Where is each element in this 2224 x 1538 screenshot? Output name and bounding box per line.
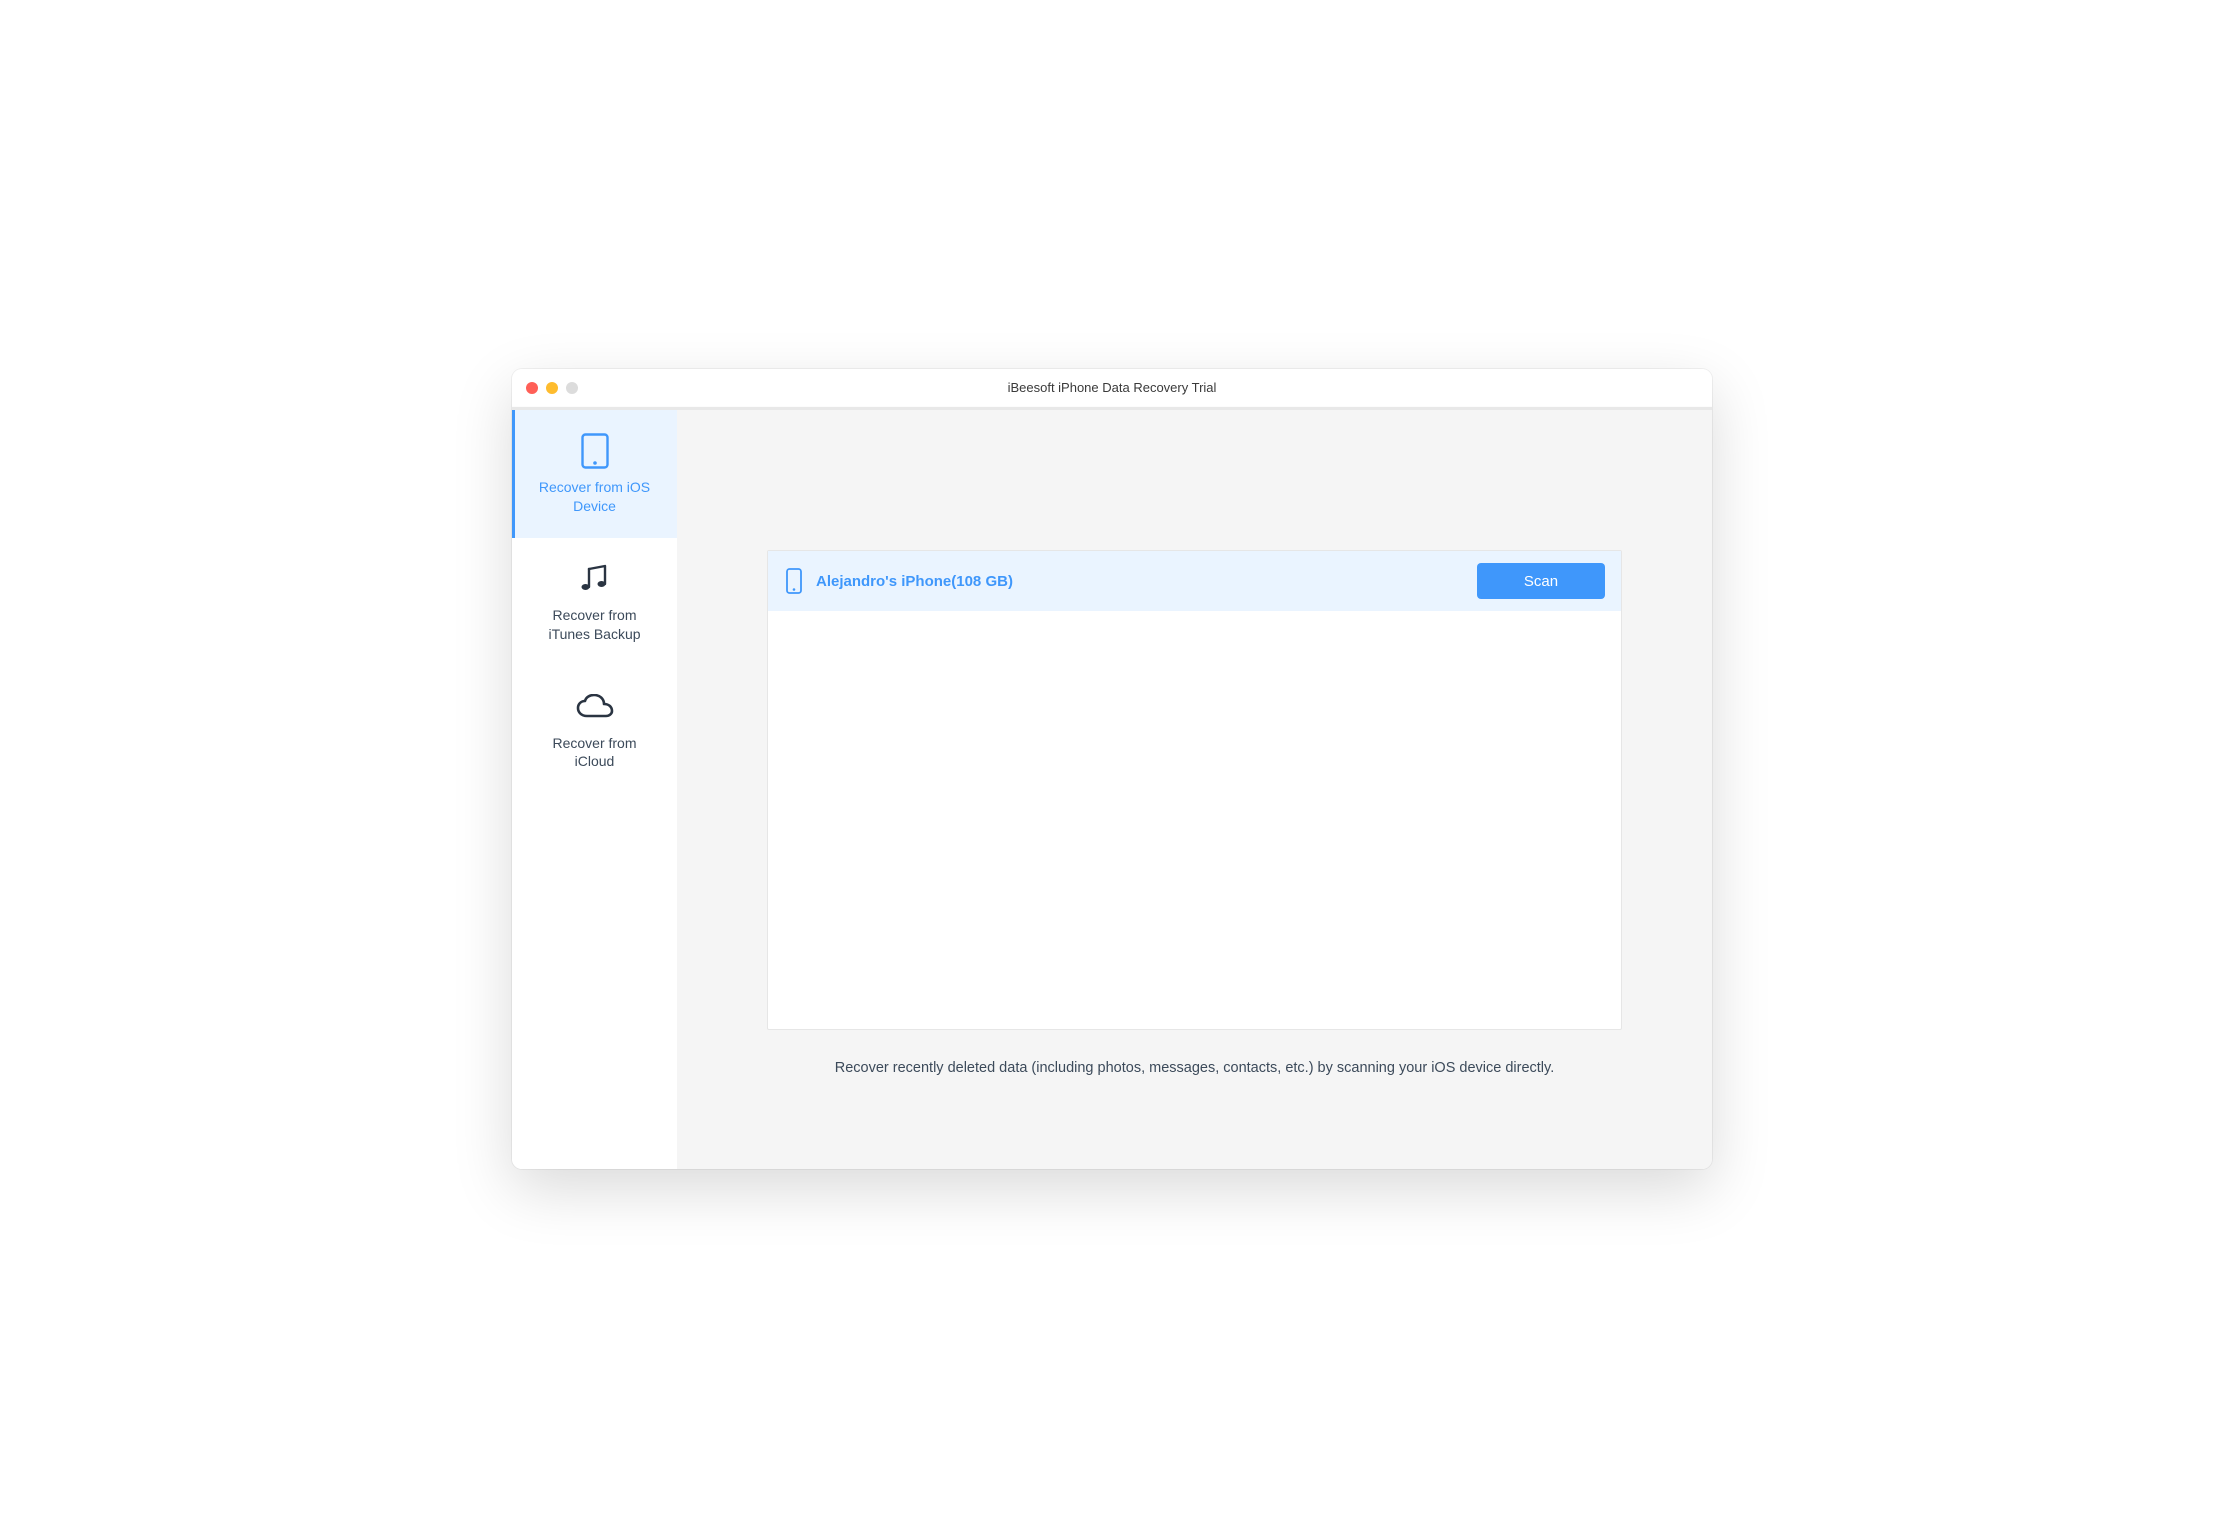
music-note-icon bbox=[576, 560, 614, 598]
window-title: iBeesoft iPhone Data Recovery Trial bbox=[526, 380, 1698, 395]
phone-icon bbox=[784, 567, 804, 595]
sidebar: Recover from iOS Device Recover from iTu… bbox=[512, 407, 677, 1169]
titlebar[interactable]: iBeesoft iPhone Data Recovery Trial bbox=[512, 369, 1712, 407]
sidebar-item-ios-device[interactable]: Recover from iOS Device bbox=[512, 410, 677, 538]
app-window: iBeesoft iPhone Data Recovery Trial Reco… bbox=[512, 369, 1712, 1169]
sidebar-item-label: Recover from iCloud bbox=[552, 734, 636, 772]
tablet-icon bbox=[576, 432, 614, 470]
device-name: Alejandro's iPhone(108 GB) bbox=[816, 573, 1465, 590]
sidebar-item-itunes-backup[interactable]: Recover from iTunes Backup bbox=[512, 538, 677, 666]
hint-text: Recover recently deleted data (including… bbox=[835, 1058, 1554, 1080]
sidebar-item-label: Recover from iTunes Backup bbox=[548, 606, 640, 644]
traffic-lights bbox=[526, 382, 578, 394]
sidebar-item-icloud[interactable]: Recover from iCloud bbox=[512, 666, 677, 794]
minimize-icon[interactable] bbox=[546, 382, 558, 394]
app-body: Recover from iOS Device Recover from iTu… bbox=[512, 407, 1712, 1169]
cloud-icon bbox=[576, 688, 614, 726]
main-content: Alejandro's iPhone(108 GB) Scan Recover … bbox=[677, 407, 1712, 1169]
close-icon[interactable] bbox=[526, 382, 538, 394]
device-list: Alejandro's iPhone(108 GB) Scan bbox=[767, 550, 1622, 1030]
sidebar-item-label: Recover from iOS Device bbox=[539, 478, 650, 516]
scan-button[interactable]: Scan bbox=[1477, 563, 1605, 599]
maximize-icon[interactable] bbox=[566, 382, 578, 394]
device-row[interactable]: Alejandro's iPhone(108 GB) Scan bbox=[768, 551, 1621, 611]
